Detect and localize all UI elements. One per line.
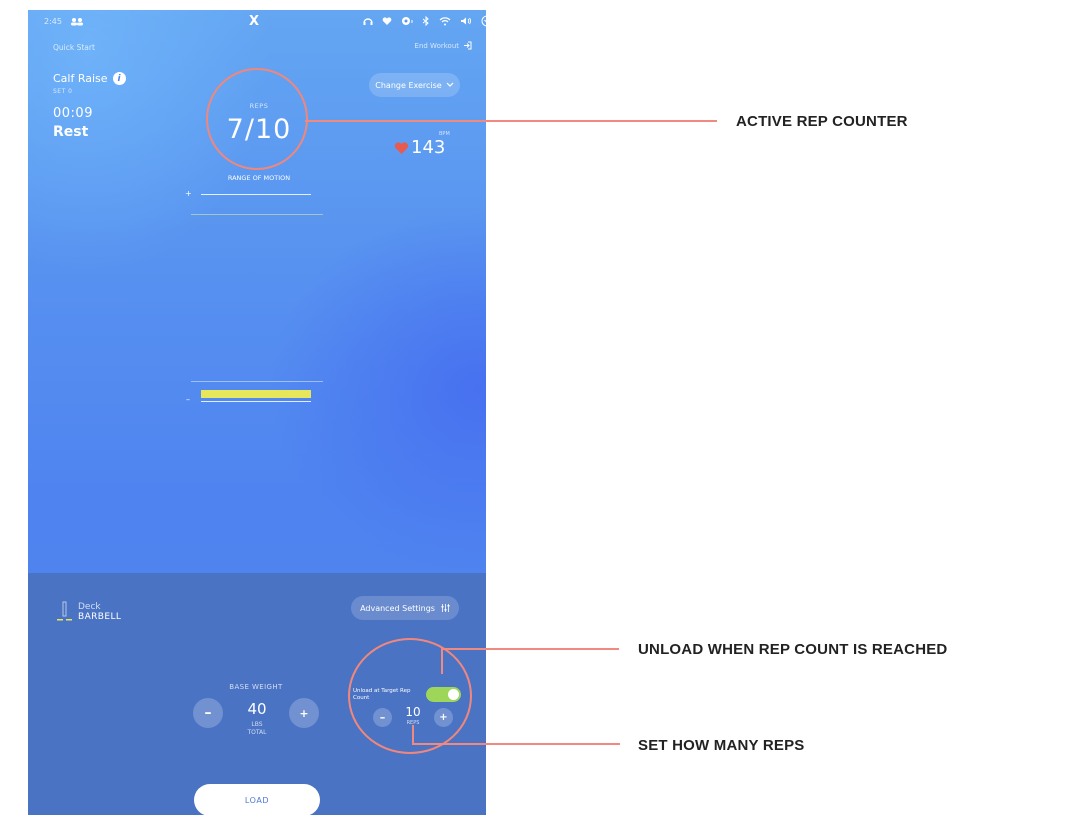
headphones-icon <box>363 18 373 25</box>
wifi-icon <box>439 17 451 26</box>
advanced-settings-label: Advanced Settings <box>360 603 435 613</box>
exercise-title: Calf Raise i <box>53 72 126 85</box>
attachment-info: Deck BARBELL <box>56 600 121 622</box>
attachment-name: BARBELL <box>78 612 122 622</box>
unload-callout: UNLOAD WHEN REP COUNT IS REACHED <box>638 641 948 658</box>
base-weight-total: TOTAL <box>247 729 267 736</box>
attachment-title: Deck <box>78 602 101 612</box>
rom-bottom-guide <box>191 381 323 382</box>
rom-position-bar <box>201 390 311 398</box>
advanced-settings-button[interactable]: Advanced Settings <box>351 596 459 620</box>
range-of-motion-label: RANGE OF MOTION <box>227 174 291 182</box>
chevron-down-icon <box>446 82 454 87</box>
rom-plus-marker: + <box>185 189 192 198</box>
rep-counter-callout: ACTIVE REP COUNTER <box>736 113 908 130</box>
status-icons <box>363 15 486 27</box>
set-reps-callout-line <box>412 743 620 745</box>
unload-callout-circle <box>348 638 472 754</box>
brand-logo: X <box>249 14 259 29</box>
rom-minus-marker: – <box>186 395 190 404</box>
end-workout-button[interactable]: End Workout <box>415 41 472 50</box>
base-weight-value: 40 <box>247 700 267 718</box>
rom-top-guide <box>191 214 323 215</box>
exit-icon <box>464 41 472 50</box>
base-weight-label: BASE WEIGHT <box>229 683 283 691</box>
heart-icon <box>382 17 392 25</box>
people-icon <box>71 18 83 26</box>
weight-increase-button[interactable]: + <box>289 698 319 728</box>
bluetooth-icon <box>422 16 429 26</box>
base-weight-unit: LBS <box>251 721 263 728</box>
load-button[interactable]: LOAD <box>194 784 320 815</box>
barbell-deck-icon <box>57 601 72 621</box>
change-exercise-button[interactable]: Change Exercise <box>369 73 460 97</box>
quick-start-label: Quick Start <box>53 43 95 52</box>
set-reps-callout-stem <box>412 725 414 745</box>
rest-timer: 00:09 <box>53 106 93 121</box>
exercise-name: Calf Raise <box>53 72 108 85</box>
unload-callout-stem <box>441 648 443 674</box>
set-label: SET 0 <box>53 88 73 95</box>
heart-rate-icon <box>394 141 409 154</box>
rep-counter-callout-line <box>305 120 717 122</box>
volume-icon <box>461 17 471 25</box>
sliders-icon <box>441 604 450 612</box>
rom-bottom-line <box>201 401 311 402</box>
rep-counter-callout-circle <box>206 68 308 170</box>
status-time: 2:45 <box>44 17 62 26</box>
end-workout-label: End Workout <box>414 41 459 50</box>
unload-callout-line <box>441 648 619 650</box>
heart-rate-value: 143 <box>411 137 446 158</box>
info-icon[interactable]: i <box>112 72 126 85</box>
rom-top-line <box>201 194 311 195</box>
location-icon <box>402 17 413 25</box>
rest-state: Rest <box>53 124 89 140</box>
change-exercise-label: Change Exercise <box>375 80 442 90</box>
set-reps-callout: SET HOW MANY REPS <box>638 737 805 754</box>
chevron-down-circle-icon[interactable] <box>481 15 486 27</box>
heart-rate: 143 <box>394 137 445 158</box>
weight-decrease-button[interactable]: – <box>193 698 223 728</box>
